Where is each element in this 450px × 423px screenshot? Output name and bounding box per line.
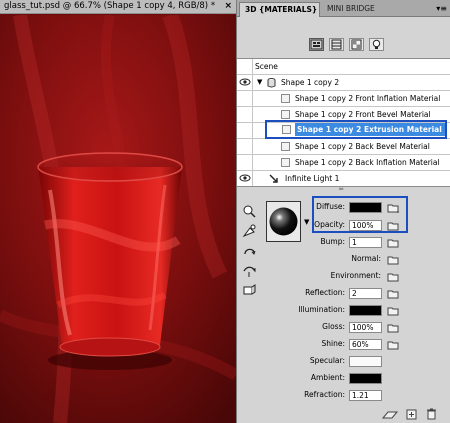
paint-tool-icon[interactable] [242,284,257,298]
material-icon [281,110,290,119]
document-tab[interactable]: glass_tut.psd @ 66.7% (Shape 1 copy 4, R… [0,0,236,14]
bump-label: Bump: [320,237,346,246]
rotate-tool-icon[interactable] [242,244,257,258]
folder-icon[interactable] [387,323,399,333]
mesh-filter-icon[interactable] [329,38,344,51]
scene-row-label: Shape 1 copy 2 [281,78,340,87]
eye-icon[interactable] [238,59,253,74]
tab-mini-bridge[interactable]: MINI BRIDGE [322,2,394,17]
eye-icon[interactable] [238,91,253,106]
folder-icon[interactable] [387,272,399,282]
material-filter-icon[interactable] [349,38,364,51]
selection-callout-box [265,120,447,139]
roll-tool-icon[interactable] [242,264,257,278]
ambient-label: Ambient: [310,373,345,382]
folder-icon[interactable] [387,289,399,299]
opacity-field[interactable]: 100% [349,220,382,231]
eye-icon[interactable] [238,75,253,90]
opacity-label: Opacity: [314,220,345,229]
diffuse-label: Diffuse: [316,202,345,211]
normal-label: Normal: [351,254,381,263]
scene-row-label: Shape 1 copy 2 Front Inflation Material [295,94,441,103]
illumination-color-swatch[interactable] [349,305,382,316]
illumination-label: Illumination: [298,305,345,314]
light-icon [269,174,278,183]
gloss-label: Gloss: [322,322,345,331]
scene-filter-icon[interactable] [309,38,324,51]
shine-field[interactable]: 60% [349,339,382,350]
refraction-label: Refraction: [304,390,345,399]
light-filter-icon[interactable] [369,38,384,51]
eye-icon[interactable] [238,139,253,154]
filter-toolbar [237,18,450,58]
tab-3d-materials[interactable]: 3D {MATERIALS} [239,2,320,17]
bump-field[interactable]: 1 [349,237,382,248]
folder-icon[interactable] [387,340,399,350]
folder-icon[interactable] [387,255,399,265]
trash-icon[interactable] [426,408,437,420]
eye-icon[interactable] [238,171,253,186]
expand-triangle-icon[interactable]: ▼ [257,78,262,86]
material-icon [281,142,290,151]
shine-label: Shine: [321,339,346,348]
specular-color-swatch[interactable] [349,356,382,367]
material-drop-tool-icon[interactable] [242,224,257,238]
scene-row-material[interactable]: Shape 1 copy 2 Back Bevel Material [237,139,450,155]
folder-icon[interactable] [387,238,399,248]
diffuse-color-swatch[interactable] [349,202,382,213]
document-window: glass_tut.psd @ 66.7% (Shape 1 copy 4, R… [0,0,236,423]
new-light-icon[interactable] [406,409,418,420]
eye-icon[interactable] [238,123,253,138]
reflection-label: Reflection: [305,288,345,297]
scene-row-material[interactable]: Shape 1 copy 2 Back Inflation Material [237,155,450,171]
document-title: glass_tut.psd @ 66.7% (Shape 1 copy 4, R… [4,1,216,11]
scene-row-label: Shape 1 copy 2 Back Bevel Material [295,142,430,151]
scene-row-light[interactable]: Infinite Light 1 [237,171,450,187]
environment-label: Environment: [330,271,381,280]
folder-icon[interactable] [387,306,399,316]
scene-row-material[interactable]: Shape 1 copy 2 Front Inflation Material [237,91,450,107]
close-icon[interactable]: × [224,1,232,11]
scene-row-label: Shape 1 copy 2 Back Inflation Material [295,158,440,167]
material-icon [281,158,290,167]
panel-divider[interactable]: ═ [237,185,450,193]
resize-grip-icon[interactable]: ═ [339,185,343,193]
material-icon [281,94,290,103]
ambient-color-swatch[interactable] [349,373,382,384]
glass-base [59,337,161,357]
scene-row-mesh[interactable]: ▼ Shape 1 copy 2 [237,75,450,91]
reflection-field[interactable]: 2 [349,288,382,299]
eye-icon[interactable] [238,107,253,122]
gloss-field[interactable]: 100% [349,322,382,333]
panel-tab-bar: 3D {MATERIALS} MINI BRIDGE ▾≡ [237,0,450,17]
folder-icon[interactable] [387,221,399,231]
refraction-field[interactable]: 1.21 [349,390,382,401]
material-select-tool-icon[interactable] [242,204,257,218]
mesh-icon [267,78,276,88]
panel-menu-icon[interactable]: ▾≡ [436,4,447,13]
eye-icon[interactable] [238,155,253,170]
scene-header-label: Scene [255,62,278,71]
specular-label: Specular: [309,356,345,365]
folder-icon[interactable] [387,203,399,213]
scene-row-label: Infinite Light 1 [285,174,340,183]
toggle-ground-plane-icon[interactable] [382,409,398,420]
scene-header-row[interactable]: Scene [237,59,450,75]
scene-row-label: Shape 1 copy 2 Front Bevel Material [295,110,431,119]
document-canvas[interactable] [0,15,236,423]
glass-rim [37,152,183,182]
